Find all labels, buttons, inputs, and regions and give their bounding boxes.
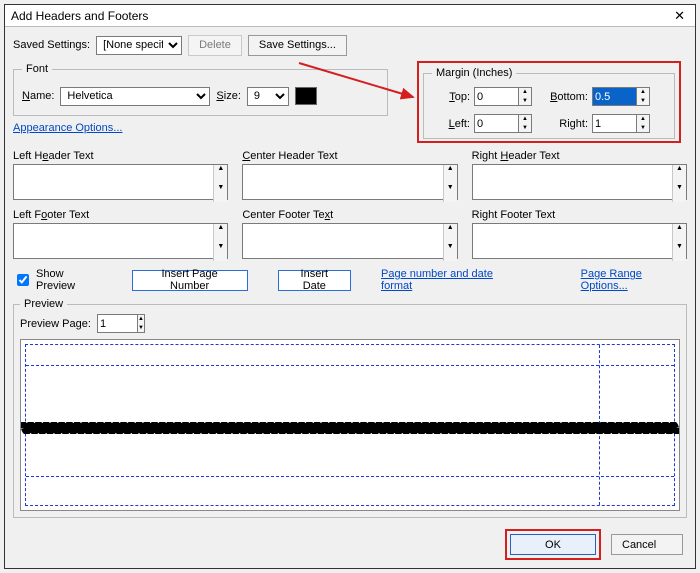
right-footer-label: Right Footer Text [472, 209, 687, 221]
preview-page-label: Preview Page: [20, 318, 91, 330]
ok-button[interactable]: OK [510, 534, 596, 555]
margin-left-spin[interactable]: ▲▼ [474, 114, 532, 133]
close-icon[interactable]: ✕ [670, 8, 689, 24]
preview-group: Preview Preview Page: ▲▼ [13, 298, 687, 518]
ok-highlight-box: OK [505, 529, 601, 560]
dialog-add-headers-footers: Add Headers and Footers ✕ Saved Settings… [4, 4, 696, 569]
margin-bottom-label: Bottom: [536, 91, 592, 103]
show-preview-checkbox[interactable]: Show Preview [13, 268, 102, 292]
right-header-text[interactable] [472, 164, 687, 200]
insert-date-button[interactable]: Insert Date [278, 270, 351, 291]
margin-group: Margin (Inches) Top: ▲▼ Bottom: ▲▼ Left:… [423, 67, 675, 139]
left-footer-text[interactable] [13, 223, 228, 259]
center-footer-text[interactable] [242, 223, 457, 259]
margin-legend: Margin (Inches) [432, 67, 516, 79]
left-header-label: Left Header Text [13, 150, 228, 162]
right-header-label: Right Header Text [472, 150, 687, 162]
save-settings-button[interactable]: Save Settings... [248, 35, 347, 56]
center-header-text[interactable] [242, 164, 457, 200]
right-footer-text[interactable] [472, 223, 687, 259]
saved-settings-row: Saved Settings: [None specified] Delete … [13, 33, 687, 57]
delete-button: Delete [188, 35, 242, 56]
margin-left-input[interactable] [474, 114, 518, 133]
preview-page-spin[interactable]: ▲▼ [97, 314, 141, 333]
show-preview-label: Show Preview [36, 268, 102, 292]
margin-highlight-box: Margin (Inches) Top: ▲▼ Bottom: ▲▼ Left:… [417, 61, 681, 143]
center-header-label: Center Header Text [242, 150, 457, 162]
page-preview [20, 339, 680, 511]
appearance-options-link[interactable]: Appearance Options... [13, 122, 122, 134]
font-size-label: Size: [216, 90, 240, 102]
insert-page-number-button[interactable]: Insert Page Number [132, 270, 248, 291]
page-range-options-link[interactable]: Page Range Options... [581, 268, 687, 292]
font-size-select[interactable]: 9 [247, 87, 289, 106]
page-number-date-format-link[interactable]: Page number and date format [381, 268, 521, 292]
margin-right-spin[interactable]: ▲▼ [592, 114, 650, 133]
font-legend: Font [22, 63, 52, 75]
font-name-label: Name: [22, 90, 54, 102]
margin-right-label: Right: [536, 118, 592, 130]
margin-left-label: Left: [432, 118, 474, 130]
saved-settings-label: Saved Settings: [13, 39, 90, 51]
preview-page-input[interactable] [97, 314, 137, 333]
font-group: Font Name: Helvetica Size: 9 [13, 63, 388, 116]
saved-settings-select[interactable]: [None specified] [96, 36, 182, 55]
font-color-swatch[interactable] [295, 87, 317, 105]
font-name-select[interactable]: Helvetica [60, 87, 210, 106]
window-title: Add Headers and Footers [11, 9, 148, 23]
margin-top-spin[interactable]: ▲▼ [474, 87, 532, 106]
preview-legend: Preview [20, 298, 67, 310]
margin-bottom-spin[interactable]: ▲▼ [592, 87, 650, 106]
show-preview-check[interactable] [17, 274, 29, 286]
margin-top-input[interactable] [474, 87, 518, 106]
left-header-text[interactable] [13, 164, 228, 200]
titlebar: Add Headers and Footers ✕ [5, 5, 695, 27]
left-footer-label: Left Footer Text [13, 209, 228, 221]
center-footer-label: Center Footer Text [242, 209, 457, 221]
margin-right-input[interactable] [592, 114, 636, 133]
margin-top-label: Top: [432, 91, 474, 103]
cancel-button[interactable]: Cancel [611, 534, 683, 555]
margin-bottom-input[interactable] [592, 87, 636, 106]
